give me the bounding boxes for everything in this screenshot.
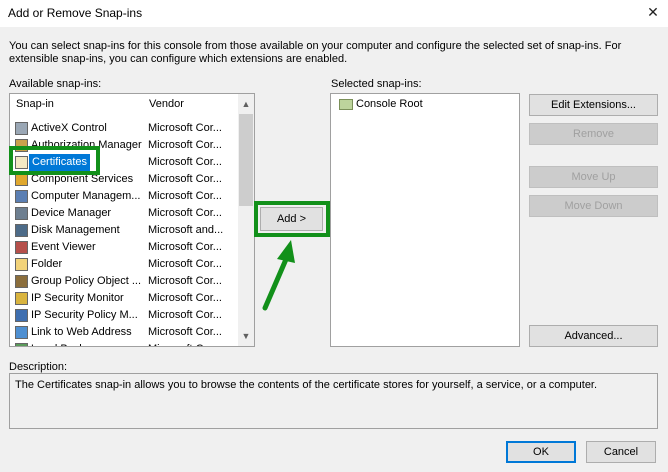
- snapin-vendor: Microsoft Cor...: [148, 156, 222, 168]
- remove-button[interactable]: Remove: [529, 123, 658, 145]
- certificates-highlight-box: [9, 146, 100, 175]
- snapin-name: ActiveX Control: [31, 122, 107, 134]
- list-item[interactable]: Device Manager Microsoft Cor...: [10, 205, 232, 222]
- snapin-name: Folder: [31, 258, 63, 270]
- list-scrollbar[interactable]: ▲ ▼: [238, 94, 254, 346]
- snapin-name: Event Viewer: [31, 241, 96, 253]
- description-text: The Certificates snap-in allows you to b…: [15, 379, 598, 391]
- list-item[interactable]: Folder Microsoft Cor...: [10, 256, 232, 273]
- selected-snapins-label: Selected snap-ins:: [331, 78, 422, 90]
- snapin-vendor: Microsoft Cor...: [148, 173, 222, 185]
- move-down-button[interactable]: Move Down: [529, 195, 658, 217]
- scroll-up-icon[interactable]: ▲: [238, 96, 254, 112]
- ok-button[interactable]: OK: [506, 441, 576, 463]
- list-item[interactable]: IP Security Policy M... Microsoft Cor...: [10, 307, 232, 324]
- add-remove-snapins-dialog: Add or Remove Snap-ins ✕ You can select …: [0, 0, 668, 472]
- snapin-vendor: Microsoft Cor...: [148, 275, 222, 287]
- web-link-icon: [15, 326, 28, 339]
- list-item[interactable]: ActiveX Control Microsoft Cor...: [10, 120, 232, 137]
- snapin-vendor: Microsoft Cor...: [148, 258, 222, 270]
- snapin-vendor: Microsoft Cor...: [148, 207, 222, 219]
- list-item[interactable]: Group Policy Object ... Microsoft Cor...: [10, 273, 232, 290]
- snapin-name: Group Policy Object ...: [31, 275, 142, 287]
- close-icon[interactable]: ✕: [638, 0, 668, 27]
- move-up-button[interactable]: Move Up: [529, 166, 658, 188]
- snapin-vendor: Microsoft Cor...: [148, 122, 222, 134]
- folder-icon: [15, 258, 28, 271]
- snapin-vendor: Microsoft Cor...: [148, 309, 222, 321]
- advanced-button[interactable]: Advanced...: [529, 325, 658, 347]
- description-box: The Certificates snap-in allows you to b…: [9, 373, 658, 429]
- snapin-name: IP Security Monitor: [31, 292, 124, 304]
- snapin-name: Device Manager: [31, 207, 112, 219]
- folder-icon: [339, 99, 353, 110]
- device-manager-icon: [15, 207, 28, 220]
- intro-text: You can select snap-ins for this console…: [9, 40, 622, 65]
- column-header-vendor[interactable]: Vendor: [149, 94, 184, 114]
- backup-icon: [15, 343, 28, 346]
- snapin-name: Computer Managem...: [31, 190, 141, 202]
- cancel-button[interactable]: Cancel: [586, 441, 656, 463]
- list-item[interactable]: Computer Managem... Microsoft Cor...: [10, 188, 232, 205]
- snapin-name: Local Backup: [31, 341, 97, 346]
- activex-icon: [15, 122, 28, 135]
- snapin-vendor: Microsoft Cor...: [148, 241, 222, 253]
- pointer-arrow: [262, 240, 295, 311]
- selected-snapins-list[interactable]: Console Root: [330, 93, 520, 347]
- security-icon: [15, 292, 28, 305]
- description-label: Description:: [9, 361, 68, 373]
- scrollbar-thumb[interactable]: [239, 114, 253, 206]
- policy-icon: [15, 275, 28, 288]
- window-title: Add or Remove Snap-ins: [8, 6, 143, 20]
- edit-extensions-button[interactable]: Edit Extensions...: [529, 94, 658, 116]
- snapin-vendor: Microsoft Cor...: [148, 341, 222, 346]
- available-snapins-label: Available snap-ins:: [9, 78, 102, 90]
- list-item[interactable]: IP Security Monitor Microsoft Cor...: [10, 290, 232, 307]
- add-button-highlight-box: [254, 201, 330, 237]
- list-item[interactable]: Local Backup Microsoft Cor...: [10, 341, 232, 346]
- security-policy-icon: [15, 309, 28, 322]
- computer-management-icon: [15, 190, 28, 203]
- disk-icon: [15, 224, 28, 237]
- list-item[interactable]: Event Viewer Microsoft Cor...: [10, 239, 232, 256]
- snapin-vendor: Microsoft Cor...: [148, 139, 222, 151]
- snapin-vendor: Microsoft Cor...: [148, 190, 222, 202]
- event-viewer-icon: [15, 241, 28, 254]
- title-bar: Add or Remove Snap-ins ✕: [0, 0, 668, 27]
- scroll-down-icon[interactable]: ▼: [238, 328, 254, 344]
- snapin-name: IP Security Policy M...: [31, 309, 138, 321]
- snapin-name: Link to Web Address: [31, 326, 132, 338]
- list-item[interactable]: Disk Management Microsoft and...: [10, 222, 232, 239]
- list-item[interactable]: Link to Web Address Microsoft Cor...: [10, 324, 232, 341]
- snapin-name: Disk Management: [31, 224, 120, 236]
- snapin-vendor: Microsoft Cor...: [148, 326, 222, 338]
- snapin-vendor: Microsoft Cor...: [148, 292, 222, 304]
- available-snapins-list[interactable]: Snap-in Vendor ActiveX Control Microsoft …: [9, 93, 255, 347]
- snapin-vendor: Microsoft and...: [148, 224, 224, 236]
- column-header-snapin[interactable]: Snap-in: [16, 94, 54, 114]
- selected-item-name: Console Root: [356, 98, 423, 110]
